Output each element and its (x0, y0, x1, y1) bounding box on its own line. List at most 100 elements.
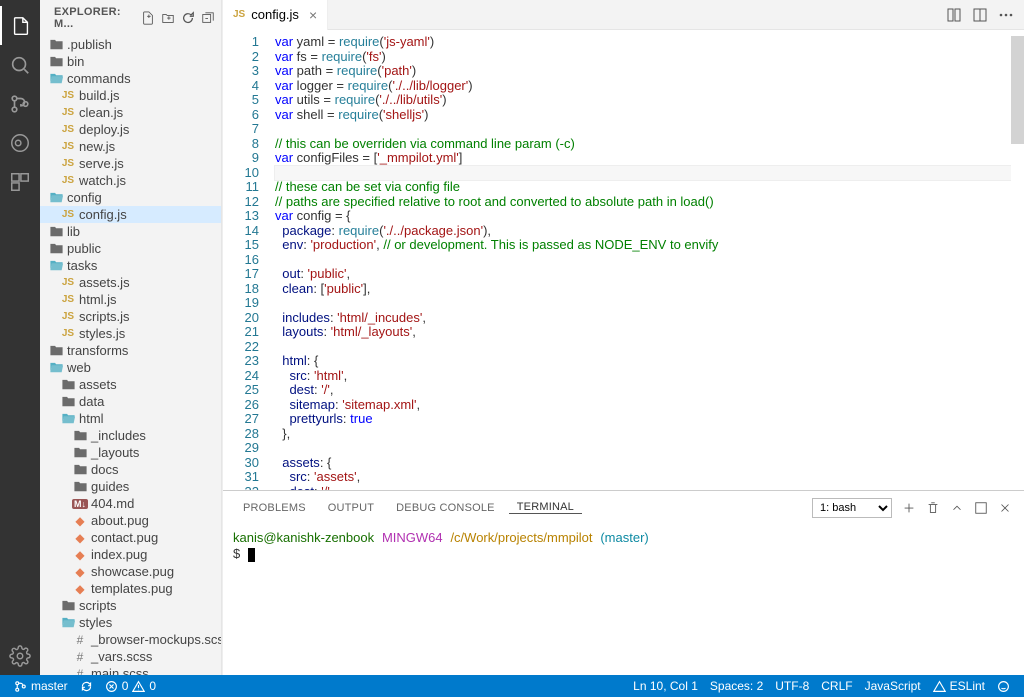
file-item[interactable]: JSserve.js (40, 155, 221, 172)
folder-item[interactable]: transforms (40, 342, 221, 359)
tree-item-label: assets.js (79, 275, 130, 290)
refresh-icon[interactable] (181, 11, 195, 25)
tree-item-label: data (79, 394, 104, 409)
status-feedback-icon[interactable] (991, 680, 1016, 693)
pug-icon: ◆ (72, 513, 88, 529)
split-editor-icon[interactable] (972, 7, 988, 23)
file-item[interactable]: JSdeploy.js (40, 121, 221, 138)
more-icon[interactable] (998, 7, 1014, 23)
status-problems[interactable]: 0 0 (99, 679, 162, 693)
file-item[interactable]: JSassets.js (40, 274, 221, 291)
folder-item[interactable]: _layouts (40, 444, 221, 461)
folder-item[interactable]: web (40, 359, 221, 376)
status-language[interactable]: JavaScript (859, 679, 927, 693)
tree-item-label: index.pug (91, 547, 147, 562)
editor-tabbar: JS config.js × (223, 0, 1024, 30)
status-eslint[interactable]: ESLint (927, 679, 991, 693)
folder-item[interactable]: html (40, 410, 221, 427)
tree-item-label: assets (79, 377, 117, 392)
js-icon: JS (60, 292, 76, 308)
tree-item-label: templates.pug (91, 581, 173, 596)
folder-item[interactable]: config (40, 189, 221, 206)
js-icon: JS (60, 275, 76, 291)
new-folder-icon[interactable] (161, 11, 175, 25)
folder-item[interactable]: styles (40, 614, 221, 631)
folder-item[interactable]: data (40, 393, 221, 410)
file-item[interactable]: JSclean.js (40, 104, 221, 121)
activity-settings-icon[interactable] (0, 636, 40, 675)
file-item[interactable]: ◆contact.pug (40, 529, 221, 546)
folder-icon (60, 394, 76, 410)
activity-extensions-icon[interactable] (0, 162, 40, 201)
scrollbar[interactable] (1011, 30, 1024, 490)
js-icon: JS (60, 88, 76, 104)
file-item[interactable]: JSstyles.js (40, 325, 221, 342)
file-tree[interactable]: .publishbincommandsJSbuild.jsJSclean.jsJ… (40, 36, 221, 675)
activity-scm-icon[interactable] (0, 84, 40, 123)
folder-icon (48, 343, 64, 359)
file-item[interactable]: ◆templates.pug (40, 580, 221, 597)
compare-icon[interactable] (946, 7, 962, 23)
close-icon[interactable]: × (309, 7, 317, 23)
terminal-select[interactable]: 1: bash (812, 498, 892, 518)
status-sync[interactable] (74, 680, 99, 693)
close-panel-icon[interactable] (998, 501, 1012, 515)
folder-item[interactable]: lib (40, 223, 221, 240)
status-encoding[interactable]: UTF-8 (769, 679, 815, 693)
file-item[interactable]: M↓404.md (40, 495, 221, 512)
line-number-gutter: 1234567891011121314151617181920212223242… (223, 30, 271, 490)
status-spaces[interactable]: Spaces: 2 (704, 679, 769, 693)
file-item[interactable]: ◆showcase.pug (40, 563, 221, 580)
folder-item[interactable]: public (40, 240, 221, 257)
file-item[interactable]: #_vars.scss (40, 648, 221, 665)
folder-item[interactable]: guides (40, 478, 221, 495)
new-file-icon[interactable] (141, 11, 155, 25)
code-editor[interactable]: 1234567891011121314151617181920212223242… (223, 30, 1024, 490)
file-item[interactable]: JShtml.js (40, 291, 221, 308)
folder-item[interactable]: .publish (40, 36, 221, 53)
folder-item[interactable]: commands (40, 70, 221, 87)
pug-icon: ◆ (72, 547, 88, 563)
panel-tab-output[interactable]: OUTPUT (320, 502, 382, 514)
file-item[interactable]: JSbuild.js (40, 87, 221, 104)
js-icon: JS (233, 9, 245, 20)
collapse-all-icon[interactable] (201, 11, 215, 25)
panel-up-icon[interactable] (950, 501, 964, 515)
file-item[interactable]: ◆about.pug (40, 512, 221, 529)
tree-item-label: build.js (79, 88, 119, 103)
maximize-panel-icon[interactable] (974, 501, 988, 515)
file-item[interactable]: #_browser-mockups.scss (40, 631, 221, 648)
folder-open-icon (60, 411, 76, 427)
folder-item[interactable]: docs (40, 461, 221, 478)
file-item[interactable]: JSconfig.js (40, 206, 221, 223)
status-branch[interactable]: master (8, 679, 74, 693)
file-item[interactable]: JSscripts.js (40, 308, 221, 325)
file-item[interactable]: #main.scss (40, 665, 221, 675)
activity-search-icon[interactable] (0, 45, 40, 84)
folder-item[interactable]: tasks (40, 257, 221, 274)
activity-debug-icon[interactable] (0, 123, 40, 162)
activity-explorer-icon[interactable] (0, 6, 40, 45)
tree-item-label: guides (91, 479, 129, 494)
panel-tab-problems[interactable]: PROBLEMS (235, 502, 314, 514)
folder-icon (48, 224, 64, 240)
folder-item[interactable]: scripts (40, 597, 221, 614)
panel-tab-terminal[interactable]: TERMINAL (509, 501, 582, 514)
folder-icon (72, 479, 88, 495)
new-terminal-icon[interactable] (902, 501, 916, 515)
file-item[interactable]: ◆index.pug (40, 546, 221, 563)
kill-terminal-icon[interactable] (926, 501, 940, 515)
tree-item-label: main.scss (91, 666, 149, 675)
file-item[interactable]: JSwatch.js (40, 172, 221, 189)
file-item[interactable]: JSnew.js (40, 138, 221, 155)
folder-item[interactable]: assets (40, 376, 221, 393)
tree-item-label: clean.js (79, 105, 123, 120)
folder-item[interactable]: _includes (40, 427, 221, 444)
status-eol[interactable]: CRLF (815, 679, 858, 693)
terminal-output[interactable]: kanis@kanishk-zenbook MINGW64 /c/Work/pr… (223, 524, 1024, 675)
folder-item[interactable]: bin (40, 53, 221, 70)
panel-tab-debug-console[interactable]: DEBUG CONSOLE (388, 502, 503, 514)
editor-tab[interactable]: JS config.js × (223, 0, 328, 30)
code-content[interactable]: var yaml = require('js-yaml')var fs = re… (271, 30, 1024, 490)
status-position[interactable]: Ln 10, Col 1 (627, 679, 704, 693)
